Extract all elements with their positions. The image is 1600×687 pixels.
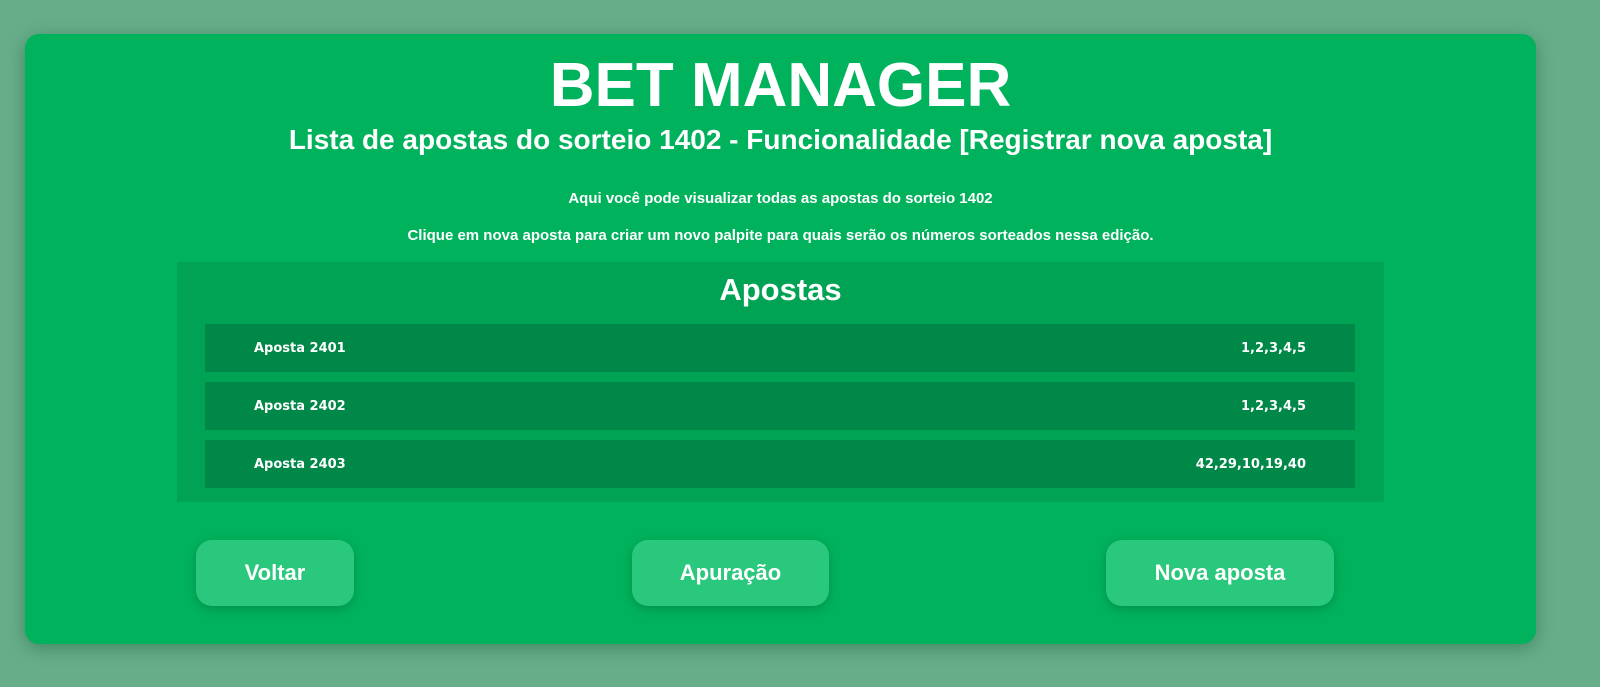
bet-name: Aposta 2403 [254,456,346,472]
bet-numbers: 1,2,3,4,5 [1241,340,1306,356]
results-button[interactable]: Apuração [632,540,829,606]
bet-row[interactable]: Aposta 2403 42,29,10,19,40 [205,440,1355,488]
bet-row[interactable]: Aposta 2401 1,2,3,4,5 [205,324,1355,372]
bet-row[interactable]: Aposta 2402 1,2,3,4,5 [205,382,1355,430]
bets-panel: Apostas Aposta 2401 1,2,3,4,5 Aposta 240… [177,262,1384,502]
description-line-1: Aqui você pode visualizar todas as apost… [568,190,993,207]
new-bet-button[interactable]: Nova aposta [1106,540,1334,606]
bets-panel-title: Apostas [719,272,842,307]
app-title: BET MANAGER [549,51,1012,120]
main-card: BET MANAGER Lista de apostas do sorteio … [25,34,1536,644]
back-button[interactable]: Voltar [196,540,354,606]
bet-name: Aposta 2401 [254,340,346,356]
page-subtitle: Lista de apostas do sorteio 1402 - Funci… [288,124,1273,155]
bet-list: Aposta 2401 1,2,3,4,5 Aposta 2402 1,2,3,… [205,324,1355,498]
bet-numbers: 1,2,3,4,5 [1241,398,1306,414]
bet-name: Aposta 2402 [254,398,346,414]
description-line-2: Clique em nova aposta para criar um novo… [407,227,1154,244]
bet-numbers: 42,29,10,19,40 [1195,456,1306,472]
